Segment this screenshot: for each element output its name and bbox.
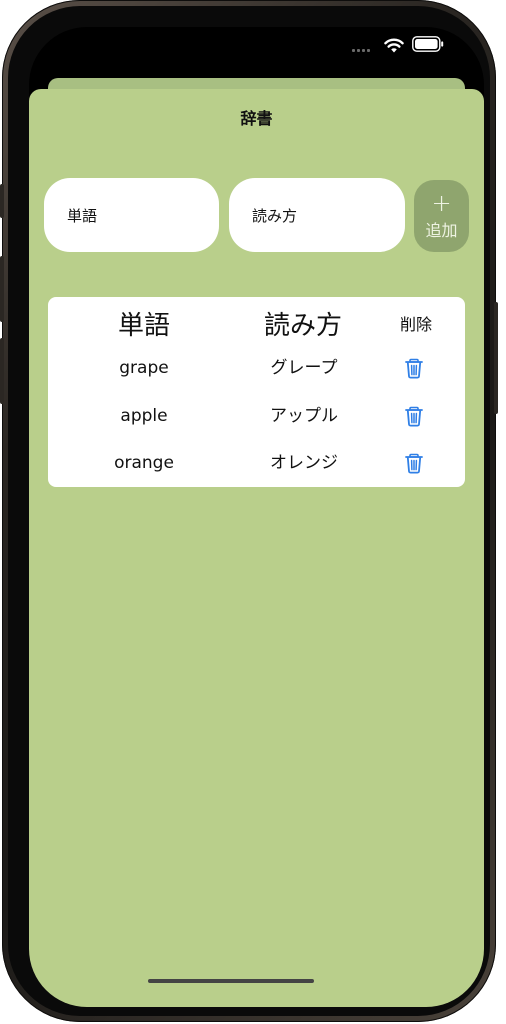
volume-down-button	[0, 338, 4, 404]
home-indicator[interactable]	[148, 979, 314, 983]
table-row: orange オレンジ	[48, 440, 465, 486]
status-bar	[29, 27, 484, 77]
plus-icon: +	[431, 189, 452, 217]
add-button-label: 追加	[425, 221, 458, 240]
add-button[interactable]: + 追加	[414, 180, 469, 252]
phone-frame: 辞書 単語 読み方 + 追加 単語 読み方 削除 grape グレープ appl…	[0, 0, 498, 1022]
volume-up-button	[0, 256, 4, 322]
header-reading: 読み方	[263, 311, 342, 341]
row-reading: グレープ	[270, 358, 338, 378]
power-button	[494, 302, 498, 414]
header-word: 単語	[117, 311, 170, 341]
wifi-icon	[384, 38, 404, 53]
trash-icon[interactable]	[403, 357, 425, 379]
signal-icon	[352, 49, 370, 52]
row-reading: オレンジ	[270, 453, 338, 473]
row-word: orange	[114, 453, 174, 473]
dictionary-sheet: 辞書 単語 読み方 + 追加 単語 読み方 削除 grape グレープ appl…	[29, 89, 484, 1007]
table-row: apple アップル	[48, 393, 465, 439]
page-title: 辞書	[240, 109, 273, 128]
word-table: 単語 読み方 削除 grape グレープ apple アップル orange オ…	[48, 297, 465, 487]
screen: 辞書 単語 読み方 + 追加 単語 読み方 削除 grape グレープ appl…	[29, 27, 484, 1007]
row-word: apple	[120, 406, 168, 426]
action-button	[0, 184, 4, 218]
word-input[interactable]: 単語	[44, 178, 219, 252]
table-row: grape グレープ	[48, 345, 465, 391]
row-word: grape	[119, 358, 169, 378]
trash-icon[interactable]	[403, 452, 425, 474]
trash-icon[interactable]	[403, 405, 425, 427]
header-delete: 削除	[399, 315, 432, 334]
battery-icon	[412, 36, 444, 52]
bezel: 辞書 単語 読み方 + 追加 単語 読み方 削除 grape グレープ appl…	[8, 6, 490, 1016]
reading-input[interactable]: 読み方	[229, 178, 405, 252]
table-header: 単語 読み方 削除	[48, 297, 465, 345]
row-reading: アップル	[270, 406, 338, 426]
